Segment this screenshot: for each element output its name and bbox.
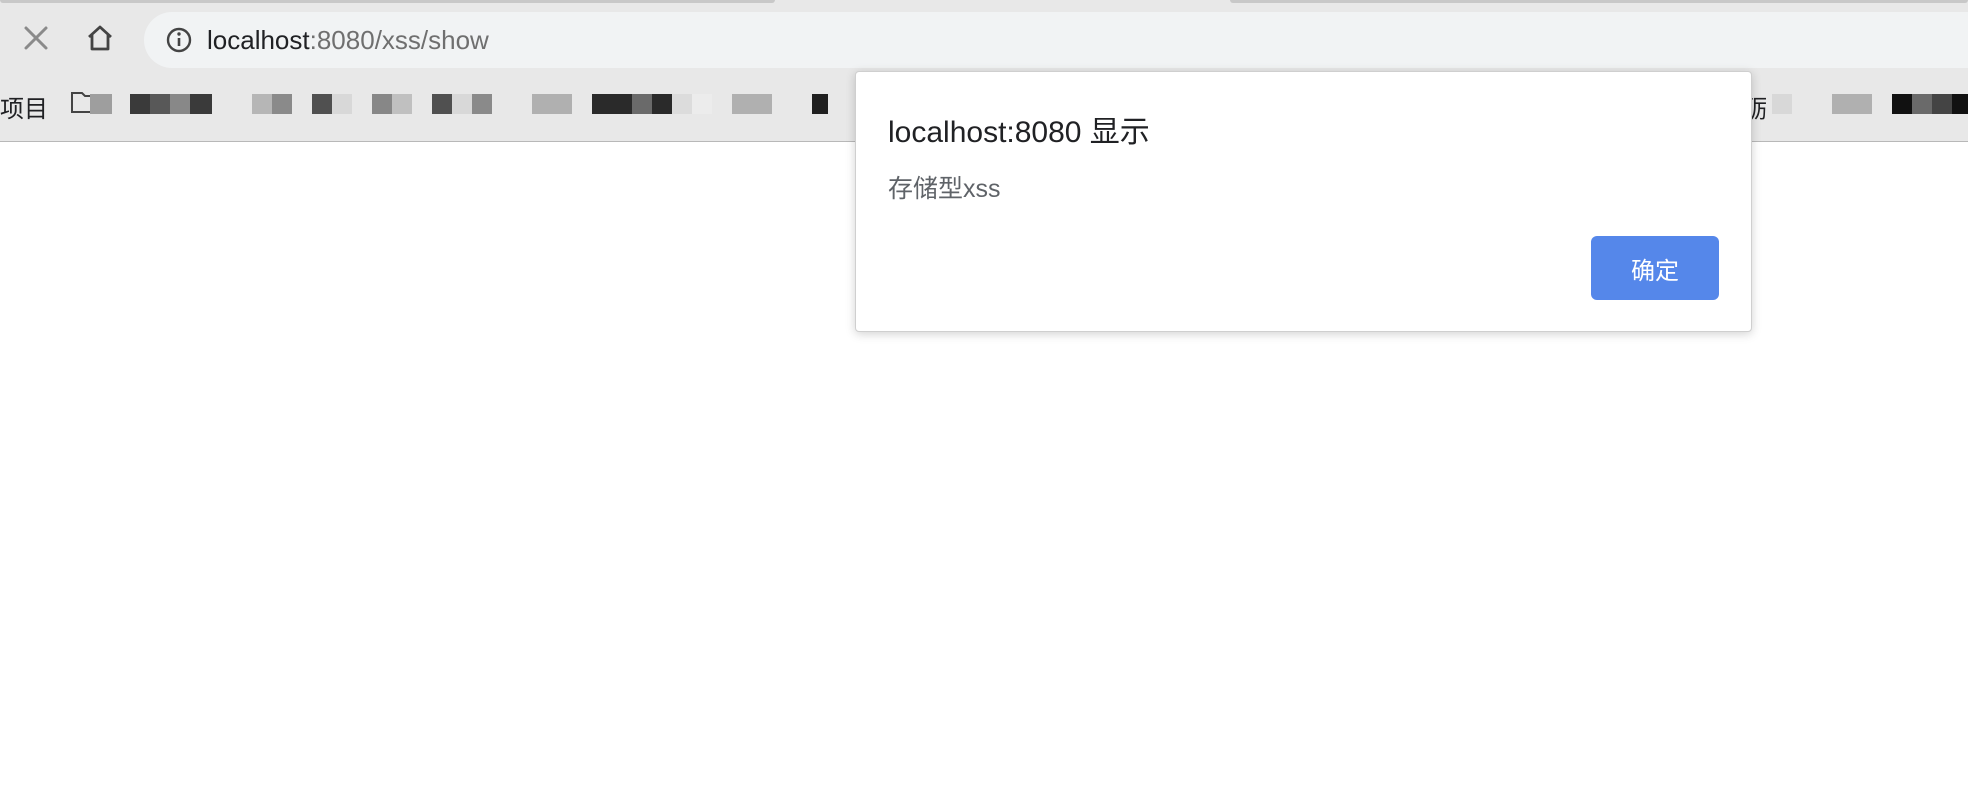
redacted-bookmark bbox=[190, 94, 212, 114]
bookmark-label[interactable]: 项目 bbox=[0, 89, 48, 124]
redacted-bookmark bbox=[332, 94, 352, 114]
home-button[interactable] bbox=[80, 18, 120, 58]
redacted-bookmark bbox=[672, 94, 692, 114]
redacted-bookmark bbox=[312, 94, 332, 114]
redacted-bookmark bbox=[1772, 94, 1792, 114]
alert-dialog: localhost:8080 显示 存储型xss 确定 bbox=[855, 71, 1752, 332]
redacted-bookmark bbox=[372, 94, 392, 114]
info-icon[interactable] bbox=[165, 26, 193, 54]
redacted-bookmark bbox=[1952, 94, 1968, 114]
redacted-bookmark bbox=[170, 94, 190, 114]
tab-edge bbox=[0, 0, 775, 3]
close-icon bbox=[24, 26, 48, 50]
url-host: localhost bbox=[207, 24, 310, 55]
redacted-bookmark bbox=[1912, 94, 1932, 114]
redacted-bookmark bbox=[90, 94, 112, 114]
dialog-title: localhost:8080 显示 bbox=[888, 116, 1150, 149]
redacted-bookmark bbox=[1932, 94, 1952, 114]
redacted-bookmark bbox=[732, 94, 772, 114]
redacted-bookmark bbox=[472, 94, 492, 114]
url-text[interactable]: localhost:8080/xss/show bbox=[207, 25, 489, 56]
url-path: :8080/xss/show bbox=[309, 24, 489, 55]
tab-edge bbox=[1230, 0, 1968, 3]
browser-toolbar: localhost:8080/xss/show bbox=[0, 0, 1968, 80]
redacted-bookmark bbox=[130, 94, 150, 114]
redacted-bookmark bbox=[592, 94, 632, 114]
redacted-bookmark bbox=[252, 94, 272, 114]
dialog-message: 存储型xss bbox=[888, 175, 1001, 203]
redacted-bookmark bbox=[532, 94, 572, 114]
redacted-bookmark bbox=[1892, 94, 1912, 114]
redacted-bookmark bbox=[632, 94, 652, 114]
redacted-bookmark bbox=[392, 94, 412, 114]
redacted-bookmark bbox=[272, 94, 292, 114]
home-icon bbox=[88, 25, 112, 51]
address-bar[interactable]: localhost:8080/xss/show bbox=[144, 12, 1968, 68]
redacted-bookmark bbox=[452, 94, 472, 114]
redacted-bookmark bbox=[652, 94, 672, 114]
redacted-bookmark bbox=[812, 94, 828, 114]
redacted-bookmark bbox=[692, 94, 712, 114]
ok-button[interactable]: 确定 bbox=[1591, 236, 1719, 300]
redacted-bookmark bbox=[432, 94, 452, 114]
redacted-bookmark bbox=[150, 94, 170, 114]
stop-button[interactable] bbox=[16, 18, 56, 58]
redacted-bookmark bbox=[1832, 94, 1872, 114]
